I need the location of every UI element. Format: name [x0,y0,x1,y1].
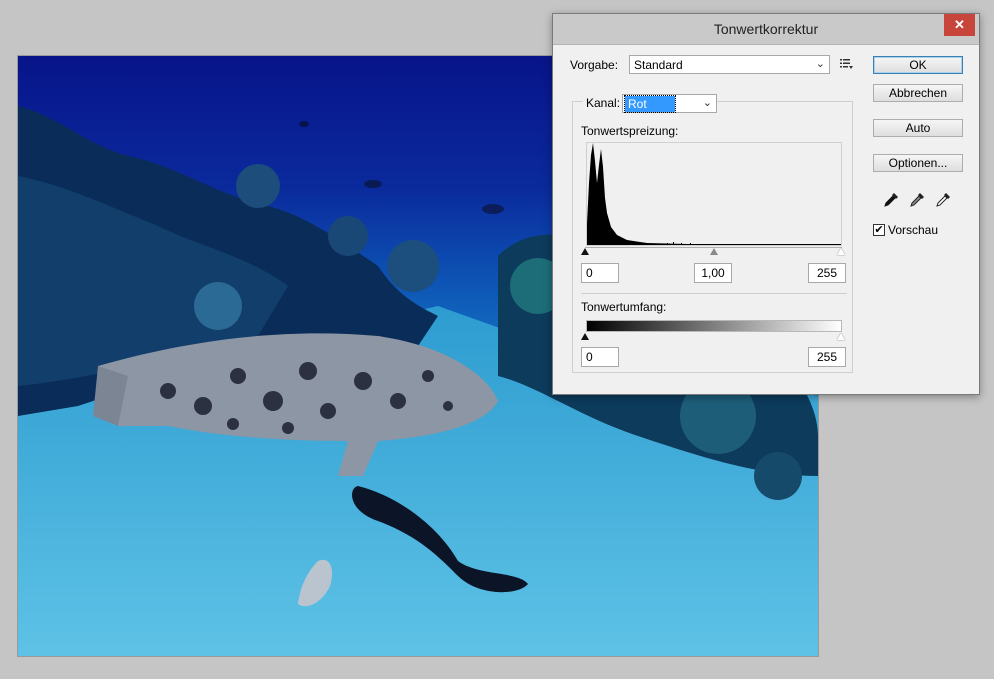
channel-select[interactable]: Rot ⌄ [622,94,717,113]
dialog-titlebar[interactable]: Tonwertkorrektur ✕ [553,14,979,45]
input-levels-label: Tonwertspreizung: [581,124,679,138]
preview-label[interactable]: Vorschau [888,223,938,237]
preset-value: Standard [634,58,683,72]
preset-label: Vorgabe: [570,58,619,72]
channel-value: Rot [624,95,676,113]
black-point-eyedropper-icon[interactable] [883,190,901,208]
output-levels-label: Tonwertumfang: [581,300,667,314]
divider [581,293,847,294]
input-white-field[interactable]: 255 [808,263,846,283]
chevron-down-icon: ⌄ [815,58,825,70]
output-black-slider[interactable] [581,333,589,340]
output-gradient-bar [586,320,842,332]
channel-group-header: Kanal: [583,96,624,110]
dialog-title: Tonwertkorrektur [713,21,819,37]
preview-checkbox[interactable]: ✔ [873,224,885,236]
gray-point-eyedropper-icon[interactable] [909,190,927,208]
close-button[interactable]: ✕ [944,14,975,36]
close-icon: ✕ [954,17,965,32]
checkmark-icon: ✔ [874,224,884,236]
input-gamma-field[interactable]: 1,00 [694,263,732,283]
cancel-button[interactable]: Abbrechen [873,84,963,102]
levels-dialog: Tonwertkorrektur ✕ Vorgabe: Standard ⌄ K… [552,13,980,395]
histogram [586,142,842,246]
options-button[interactable]: Optionen... [873,154,963,172]
auto-button[interactable]: Auto [873,119,963,137]
chevron-down-icon: ⌄ [702,97,712,109]
preset-options-icon[interactable] [840,58,854,70]
preset-select[interactable]: Standard ⌄ [629,55,830,74]
output-black-field[interactable]: 0 [581,347,619,367]
white-point-eyedropper-icon[interactable] [935,190,953,208]
channel-label: Kanal: [586,96,621,110]
input-black-slider[interactable] [581,248,589,255]
input-gamma-slider[interactable] [710,248,718,255]
output-white-slider[interactable] [837,333,845,340]
ok-button[interactable]: OK [873,56,963,74]
output-white-field[interactable]: 255 [808,347,846,367]
input-white-slider[interactable] [837,248,845,255]
input-black-field[interactable]: 0 [581,263,619,283]
